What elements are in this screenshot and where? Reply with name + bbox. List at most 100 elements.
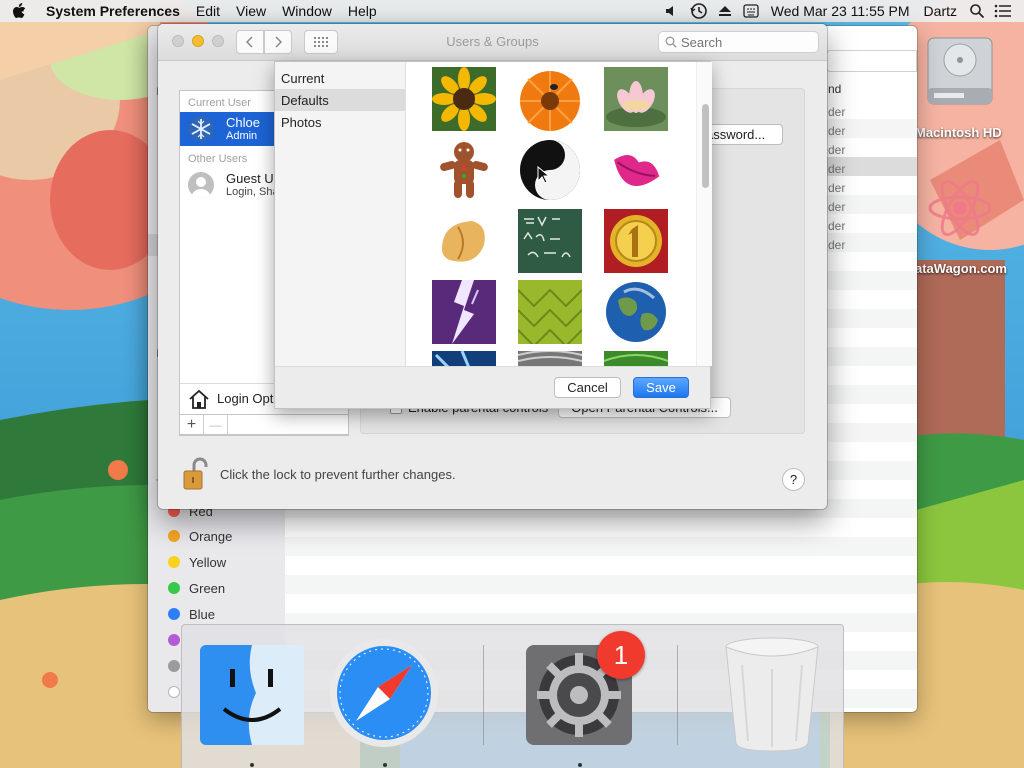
picture-gingerbread[interactable] [432, 138, 496, 202]
kind-cell[interactable]: der [826, 217, 917, 236]
tag-dot [168, 582, 180, 594]
kind-cell[interactable]: der [826, 122, 917, 141]
picker-footer: Cancel Save [275, 366, 710, 408]
save-button[interactable]: Save [633, 377, 689, 398]
tag-orange[interactable]: Orange [168, 525, 232, 547]
kind-cell[interactable]: der [826, 179, 917, 198]
picture-lips[interactable] [604, 138, 668, 202]
kind-cell[interactable]: der [826, 236, 917, 255]
picture-chalkboard[interactable] [518, 209, 582, 273]
add-user-button[interactable]: + [180, 415, 204, 434]
tag-label: Green [189, 580, 226, 596]
window-menu[interactable]: Window [274, 3, 340, 19]
eject-icon[interactable] [712, 0, 738, 22]
picture-yin-yang[interactable] [518, 138, 582, 202]
picture-gold-medal[interactable] [604, 209, 668, 273]
tag-dot [168, 608, 180, 620]
fortune-cookie-icon [432, 209, 496, 273]
keyboard-input-icon[interactable] [738, 0, 764, 22]
dock: 1 [181, 624, 844, 768]
running-indicator [250, 763, 254, 767]
notification-center-icon[interactable] [990, 0, 1016, 22]
picture-earth[interactable] [604, 280, 668, 344]
picture-zebra[interactable] [518, 351, 582, 366]
menubar-clock[interactable]: Wed Mar 23 11:55 PM [764, 3, 917, 19]
category-current[interactable]: Current [275, 67, 405, 89]
app-menu[interactable]: System Preferences [38, 3, 188, 19]
tag-dot [168, 556, 180, 568]
current-user-header: Current User [188, 97, 251, 109]
change-password-button[interactable]: assword... [701, 124, 783, 145]
sunflower-icon [432, 67, 496, 131]
dock-separator [677, 645, 678, 745]
help-button[interactable]: ? [782, 468, 805, 491]
category-defaults[interactable]: Defaults [275, 89, 405, 111]
picture-lotus[interactable] [604, 67, 668, 131]
time-machine-icon[interactable] [686, 0, 712, 22]
tag-blue[interactable]: Blue [168, 603, 215, 625]
edit-menu[interactable]: Edit [188, 3, 228, 19]
lightning-icon [432, 280, 496, 344]
trash-icon [725, 637, 819, 752]
tag-green[interactable]: Green [168, 577, 225, 599]
user-sub: Login, Sha [226, 186, 279, 198]
picture-sunflower[interactable] [432, 67, 496, 131]
tag-yellow[interactable]: Yellow [168, 551, 226, 573]
unlocked-padlock-icon[interactable] [182, 457, 208, 491]
finder-kind-column: der der der der der der der der [826, 103, 917, 255]
notification-badge: 1 [597, 631, 645, 679]
user-name: Guest Us [226, 171, 281, 186]
kind-cell[interactable]: der [826, 141, 917, 160]
other-users-header: Other Users [188, 153, 248, 165]
running-indicator [578, 763, 582, 767]
safari-icon [330, 639, 438, 747]
guest-avatar-icon [188, 172, 214, 198]
dock-safari[interactable] [328, 637, 440, 752]
blue-ice-icon [432, 351, 496, 366]
scrollbar-thumb[interactable] [702, 104, 709, 188]
kind-cell[interactable]: der [826, 160, 917, 179]
menu-bar: System Preferences Edit View Window Help… [0, 0, 1024, 22]
finder-search-field[interactable] [826, 50, 917, 72]
apple-icon [13, 3, 26, 18]
category-photos[interactable]: Photos [275, 111, 405, 133]
dock-finder[interactable] [198, 643, 306, 750]
chalkboard-icon [518, 209, 582, 273]
users-groups-window: Users & Groups assword... Current User C… [158, 24, 827, 509]
hard-drive-icon [927, 37, 993, 105]
finder-kind-header[interactable]: nd [828, 82, 841, 96]
picture-green-drops[interactable] [604, 351, 668, 366]
mouse-cursor-icon [537, 166, 549, 184]
picture-fortune-cookie[interactable] [432, 209, 496, 273]
volume-icon[interactable] [660, 0, 686, 22]
view-menu[interactable]: View [228, 3, 274, 19]
user-name: Chloe [226, 115, 260, 130]
house-icon [189, 389, 209, 409]
cancel-button[interactable]: Cancel [554, 377, 621, 398]
search-field[interactable] [658, 31, 819, 53]
atom-desktop-icon[interactable]: ataWagon.com [915, 170, 1024, 282]
yin-yang-icon [518, 138, 582, 202]
menubar-user[interactable]: Dartz [917, 3, 964, 19]
kind-cell[interactable]: der [826, 103, 917, 122]
orange-daisy-icon [518, 67, 582, 131]
green-drops-icon [604, 351, 668, 366]
picture-green-leaf[interactable] [518, 280, 582, 344]
picture-lightning[interactable] [432, 280, 496, 344]
apple-menu[interactable] [0, 3, 38, 19]
dock-trash[interactable] [722, 635, 822, 756]
picture-orange-daisy[interactable] [518, 67, 582, 131]
search-input[interactable] [681, 34, 801, 50]
picture-blue-ice[interactable] [432, 351, 496, 366]
spotlight-icon[interactable] [964, 0, 990, 22]
zebra-icon [518, 351, 582, 366]
finder-icon [200, 645, 304, 745]
datawagon-label: ataWagon.com [915, 261, 1007, 276]
user-role: Admin [226, 130, 258, 142]
tag-dot [168, 530, 180, 542]
help-menu[interactable]: Help [340, 3, 385, 19]
macintosh-hd-desktop-icon[interactable]: Macintosh HD [915, 30, 1024, 142]
picture-grid-scrollbar[interactable] [696, 62, 712, 366]
kind-cell[interactable]: der [826, 198, 917, 217]
remove-user-button[interactable]: — [204, 415, 228, 434]
